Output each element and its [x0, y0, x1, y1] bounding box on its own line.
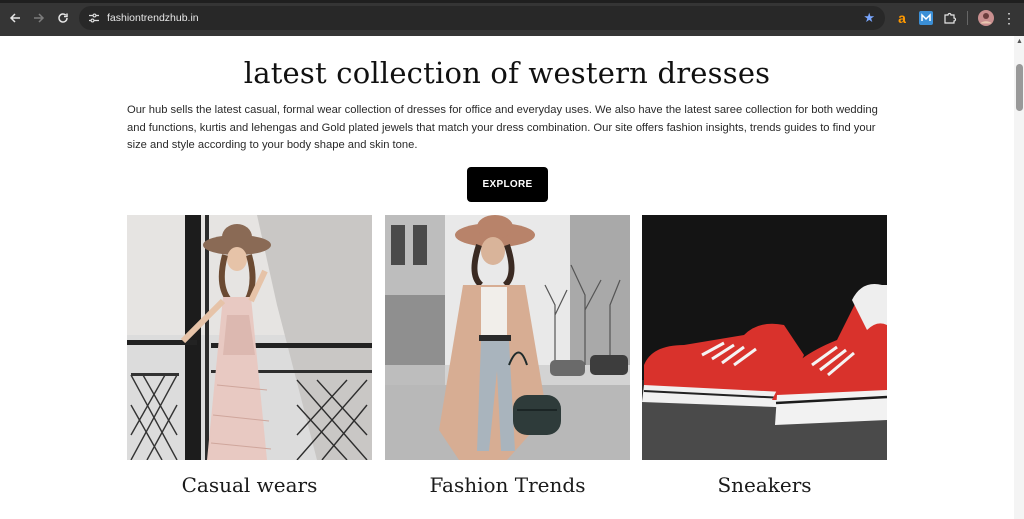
bookmark-star-icon[interactable]: ★: [863, 10, 875, 26]
scrollbar-thumb[interactable]: [1016, 64, 1023, 111]
profile-avatar[interactable]: [977, 9, 995, 27]
scroll-up-arrow-icon[interactable]: ▲: [1016, 38, 1023, 45]
site-info-button[interactable]: [83, 7, 105, 29]
category-card-trends[interactable]: Fashion Trends: [385, 215, 630, 497]
category-title[interactable]: Sneakers: [642, 473, 887, 497]
arrow-right-icon: [34, 13, 45, 23]
kebab-menu-icon[interactable]: ⋮: [1001, 9, 1017, 27]
m-extension-icon[interactable]: [918, 9, 934, 27]
puzzle-icon[interactable]: [942, 9, 958, 27]
amazon-icon[interactable]: a: [894, 9, 910, 27]
category-title[interactable]: Casual wears: [127, 473, 372, 497]
category-card-sneakers[interactable]: Sneakers: [642, 215, 887, 497]
intro-paragraph: Our hub sells the latest casual, formal …: [127, 104, 878, 151]
red-sneakers-image[interactable]: [642, 215, 887, 460]
back-button[interactable]: [3, 6, 27, 30]
tune-icon: [89, 13, 99, 23]
toolbar-divider: [967, 11, 968, 25]
address-bar[interactable]: fashiontrendzhub.in ★: [79, 6, 885, 30]
forward-button[interactable]: [27, 6, 51, 30]
reload-button[interactable]: [51, 6, 75, 30]
url-text[interactable]: fashiontrendzhub.in: [107, 12, 199, 24]
tab-strip-edge: [0, 0, 1024, 3]
browser-toolbar: fashiontrendzhub.in ★ a ⋮: [0, 0, 1024, 36]
explore-button[interactable]: EXPLORE: [467, 167, 548, 202]
category-title[interactable]: Fashion Trends: [385, 473, 630, 497]
category-card-casual[interactable]: Casual wears: [127, 215, 372, 497]
reload-icon: [58, 13, 68, 23]
page-title: latest collection of western dresses: [243, 56, 771, 90]
woman-in-hat-pink-dress-image[interactable]: [127, 215, 372, 460]
arrow-left-icon: [9, 13, 20, 23]
woman-in-hat-trench-coat-image[interactable]: [385, 215, 630, 460]
